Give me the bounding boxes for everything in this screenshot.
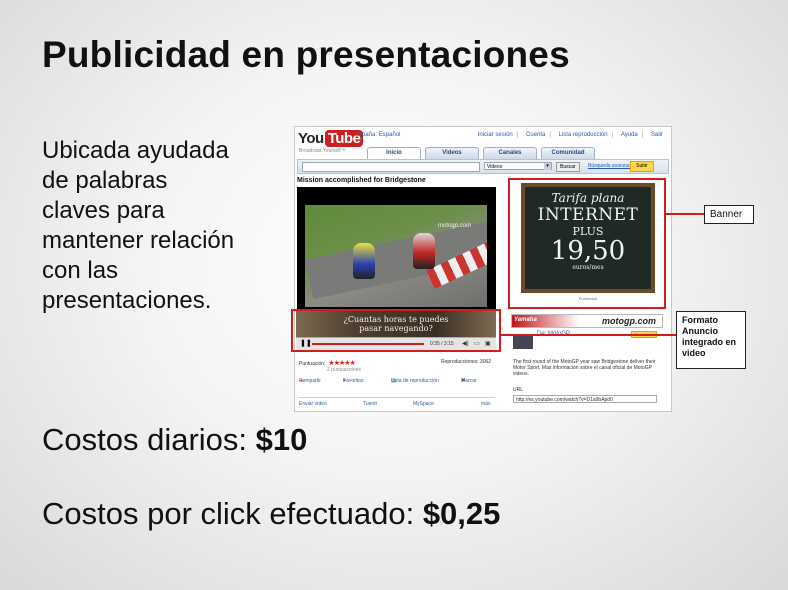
video-frame: motogp.com xyxy=(305,205,487,307)
rating: Puntuación: ★★★★★ 2 puntuaciones xyxy=(299,359,361,373)
search-category-select[interactable]: Videos ▾ xyxy=(484,162,552,170)
overlay-callout: Formato Anuncio integrado en video xyxy=(676,311,746,369)
click-cost: Costos por click efectuado: $0,25 xyxy=(42,496,500,532)
nav-tabs: Inicio Videos Canales Comunidad xyxy=(367,147,595,159)
myspace-link[interactable]: MySpace xyxy=(413,401,434,407)
daily-cost-label: Costos diarios: xyxy=(42,422,248,457)
link-separator: | xyxy=(516,132,519,138)
chevron-down-icon: ▾ xyxy=(544,163,551,170)
tab-comunidad[interactable]: Comunidad xyxy=(541,147,595,159)
advanced-search-link[interactable]: Búsqueda avanzada xyxy=(588,163,634,169)
banner-highlight-box xyxy=(508,178,666,309)
description-line: con las xyxy=(42,257,119,284)
overlay-callout-line xyxy=(501,334,676,336)
tuenti-link[interactable]: Tuenti xyxy=(363,401,377,407)
rating-count: 2 puntuaciones xyxy=(327,367,361,373)
slide-description: Ubicada ayudada de palabras claves para … xyxy=(42,136,282,316)
overlay-highlight-box xyxy=(291,309,501,352)
favorites-label: Favoritos xyxy=(343,378,364,384)
channel-avatar[interactable] xyxy=(513,335,533,349)
tab-videos[interactable]: Videos xyxy=(425,147,479,159)
link-separator: | xyxy=(641,132,644,138)
youtube-logo[interactable]: You Tube xyxy=(298,130,364,147)
logo-slogan: Broadcast Yourself™ xyxy=(299,148,346,154)
view-count: Reproducciones: 3062 xyxy=(441,359,492,365)
share-links: Enviar vídeo Tuenti MySpace más xyxy=(299,397,495,407)
rider-image xyxy=(353,243,375,279)
playlist-link[interactable]: Lista reproducción xyxy=(559,132,608,138)
banner-callout-line xyxy=(666,213,706,215)
motogp-banner[interactable]: Yamaha motogp.com xyxy=(511,314,663,328)
signin-link[interactable]: Iniciar sesión xyxy=(478,132,513,138)
search-button[interactable]: Buscar xyxy=(556,162,580,172)
click-cost-label: Costos por click efectuado: xyxy=(42,496,415,531)
search-input[interactable] xyxy=(302,162,480,172)
logout-link[interactable]: Salir xyxy=(651,132,663,138)
video-watermark: motogp.com xyxy=(437,223,471,229)
rider-image xyxy=(413,233,435,269)
language-link[interactable]: España: Español xyxy=(355,132,400,138)
url-label: URL xyxy=(513,387,524,393)
rating-label: Puntuación: xyxy=(299,361,326,367)
daily-cost: Costos diarios: $10 xyxy=(42,422,307,458)
click-cost-value: $0,25 xyxy=(422,496,501,531)
video-player[interactable]: motogp.com xyxy=(297,187,496,311)
flag-label: Marcar xyxy=(461,378,477,384)
playlist-label: Lista de reproducción xyxy=(391,378,439,384)
description-line: presentaciones. xyxy=(42,287,212,314)
video-title: Mission accomplished for Bridgestone xyxy=(297,177,426,184)
star-rating[interactable]: ★★★★★ xyxy=(328,360,355,367)
description-line: de palabras xyxy=(42,167,168,194)
tab-inicio[interactable]: Inicio xyxy=(367,147,421,159)
upload-button[interactable]: Subir xyxy=(630,161,654,172)
share-label: Compartir xyxy=(299,378,321,384)
link-separator: | xyxy=(549,132,551,138)
banner-callout: Banner xyxy=(704,205,754,224)
search-category-value: Videos xyxy=(487,164,503,170)
channel-description: The first round of the MotoGP year saw B… xyxy=(513,359,656,377)
account-link[interactable]: Cuenta xyxy=(526,132,545,138)
description-line: mantener relación xyxy=(42,227,235,254)
channel-info: De: MotoGP Suscribirse The first round o… xyxy=(511,329,661,409)
description-line: claves para xyxy=(42,197,165,224)
url-field[interactable]: http://es.youtube.com/watch?v=D1a9bApd0 xyxy=(513,395,657,403)
link-separator: | xyxy=(611,132,614,138)
motogp-logo: motogp.com xyxy=(602,316,656,326)
more-link[interactable]: más xyxy=(481,401,490,407)
send-video-link[interactable]: Enviar vídeo xyxy=(299,401,327,407)
logo-you: You xyxy=(298,130,324,147)
slide-title: Publicidad en presentaciones xyxy=(42,34,570,75)
top-links: Iniciar sesión | Cuenta | Lista reproducci… xyxy=(472,132,663,138)
daily-cost-value: $10 xyxy=(255,422,308,457)
search-bar: Videos ▾ Buscar Búsqueda avanzada Subir xyxy=(297,159,669,174)
tab-canales[interactable]: Canales xyxy=(483,147,537,159)
description-line: Ubicada ayudada xyxy=(42,137,229,164)
banner-left-text: Yamaha xyxy=(514,317,537,323)
help-link[interactable]: Ayuda xyxy=(621,132,638,138)
